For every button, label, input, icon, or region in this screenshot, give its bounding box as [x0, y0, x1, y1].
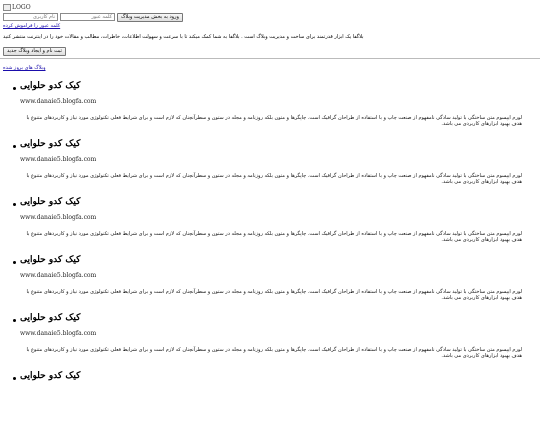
list-item: کیک کدو حلوایی www.danaie5.blogfa.com لو…	[0, 192, 540, 250]
blog-description: لورم ایپسوم متن ساختگی با تولید سادگی نا…	[26, 115, 522, 127]
forgot-password-link[interactable]: کلمه عبور را فراموش کرده	[3, 23, 537, 30]
blog-url[interactable]: www.danaie5.blogfa.com	[20, 98, 96, 106]
bullet-icon	[13, 319, 16, 322]
blog-title[interactable]: کیک کدو حلوایی	[20, 139, 80, 150]
bullet-icon	[13, 377, 16, 380]
list-item: کیک کدو حلوایی www.danaie5.blogfa.com لو…	[0, 308, 540, 366]
password-input[interactable]	[60, 13, 115, 21]
blog-url[interactable]: www.danaie5.blogfa.com	[20, 214, 96, 222]
blog-description: لورم ایپسوم متن ساختگی با تولید سادگی نا…	[26, 289, 522, 301]
blog-url[interactable]: www.danaie5.blogfa.com	[20, 156, 96, 164]
blog-description: لورم ایپسوم متن ساختگی با تولید سادگی نا…	[26, 231, 522, 243]
bullet-icon	[13, 203, 16, 206]
intro-text: بلاگفا یک ابزار قدرتمند برای ساخت و مدیر…	[3, 34, 364, 40]
blog-url[interactable]: www.danaie5.blogfa.com	[20, 272, 96, 280]
list-item: کیک کدو حلوایی www.danaie5.blogfa.com لو…	[0, 134, 540, 192]
bullet-icon	[13, 145, 16, 148]
header: LOGO ورود به بخش مدیریت وبلاگ کلمه عبور …	[3, 2, 537, 30]
updated-blogs-link[interactable]: وبلاگ های بروز شده	[3, 65, 46, 71]
list-item: کیک کدو حلوایی	[0, 366, 540, 424]
username-input[interactable]	[3, 13, 58, 21]
bullet-icon	[13, 87, 16, 90]
list-item: کیک کدو حلوایی www.danaie5.blogfa.com لو…	[0, 76, 540, 134]
blog-url[interactable]: www.danaie5.blogfa.com	[20, 330, 96, 338]
create-blog-button[interactable]: ثبت نام و ایجاد وبلاگ جدید	[3, 47, 66, 56]
blog-description: لورم ایپسوم متن ساختگی با تولید سادگی نا…	[26, 173, 522, 185]
login-button[interactable]: ورود به بخش مدیریت وبلاگ	[117, 12, 183, 22]
blog-title[interactable]: کیک کدو حلوایی	[20, 371, 80, 382]
logo-alt-text: LOGO	[12, 3, 31, 11]
blog-title[interactable]: کیک کدو حلوایی	[20, 197, 80, 208]
logo: LOGO	[3, 2, 537, 12]
blog-title[interactable]: کیک کدو حلوایی	[20, 313, 80, 324]
divider	[0, 58, 540, 59]
broken-image-icon	[3, 3, 11, 11]
blog-description: لورم ایپسوم متن ساختگی با تولید سادگی نا…	[26, 347, 522, 359]
blog-title[interactable]: کیک کدو حلوایی	[20, 81, 80, 92]
bullet-icon	[13, 261, 16, 264]
blog-title[interactable]: کیک کدو حلوایی	[20, 255, 80, 266]
login-form: ورود به بخش مدیریت وبلاگ	[3, 12, 537, 22]
blog-list: کیک کدو حلوایی www.danaie5.blogfa.com لو…	[0, 76, 540, 424]
list-item: کیک کدو حلوایی www.danaie5.blogfa.com لو…	[0, 250, 540, 308]
